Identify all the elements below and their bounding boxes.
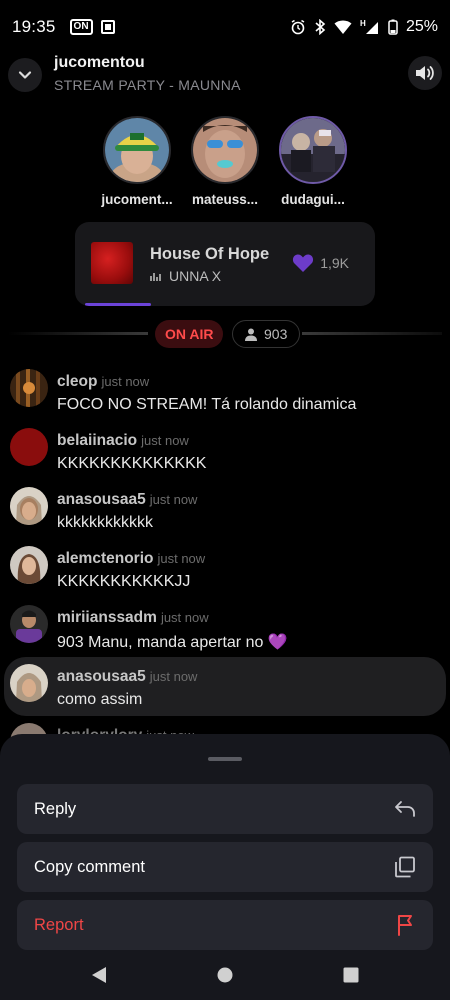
- chat-username: alemctenorio: [57, 550, 154, 567]
- on-air-badge: ON AIR: [155, 320, 224, 348]
- copy-icon: [395, 856, 415, 878]
- battery-icon: [388, 19, 398, 35]
- chat-list: cleop just now FOCO NO STREAM! Tá rolando…: [0, 362, 450, 775]
- participant[interactable]: jucoment...: [100, 116, 174, 207]
- avatar: [279, 116, 347, 184]
- now-playing-card[interactable]: House Of Hope UNNA X 1,9K: [75, 222, 375, 306]
- participants-row: jucoment... mateuss... dudagui...: [0, 116, 450, 207]
- notification-square-icon: [100, 20, 115, 34]
- svg-text:H: H: [360, 19, 366, 28]
- system-nav-bar: [0, 950, 450, 1000]
- reply-label: Reply: [34, 799, 77, 818]
- chat-text: como assim: [57, 691, 143, 708]
- chat-username: cleop: [57, 373, 98, 390]
- notification-app-icon: ON: [69, 19, 93, 35]
- chat-message[interactable]: miriianssadm just now 903 Manu, manda ape…: [0, 598, 450, 657]
- comment-actions-sheet: Reply Copy comment Report: [0, 734, 450, 1000]
- avatar: [10, 369, 48, 407]
- chat-message-selected[interactable]: anasousaa5 just now como assim: [4, 657, 446, 716]
- alarm-icon: [291, 19, 305, 35]
- chat-timestamp: just now: [160, 610, 209, 625]
- chat-username: belaiinacio: [57, 432, 138, 449]
- participant-name: jucoment...: [101, 192, 173, 207]
- chat-text: FOCO NO STREAM! Tá rolando dinamica: [57, 396, 357, 413]
- chat-message[interactable]: belaiinacio just now KKKKKKKKKKKKKK: [0, 421, 450, 480]
- participant[interactable]: dudagui...: [276, 116, 350, 207]
- status-bar: 19:35 ON H 25%: [0, 0, 450, 54]
- avatar: [10, 428, 48, 466]
- participant[interactable]: mateuss...: [188, 116, 262, 207]
- chat-timestamp: just now: [157, 551, 206, 566]
- chat-text: KKKKKKKKKKKJJ: [57, 573, 191, 590]
- chat-message[interactable]: anasousaa5 just now kkkkkkkkkkkk: [0, 480, 450, 539]
- album-art: [91, 242, 133, 284]
- track-progress-bar: [85, 303, 151, 306]
- chevron-down-icon: [18, 71, 32, 79]
- collapse-button[interactable]: [8, 58, 42, 92]
- flag-icon: [398, 915, 412, 936]
- volume-button[interactable]: [408, 56, 442, 90]
- avatar: [10, 664, 48, 702]
- heart-icon: [293, 254, 314, 272]
- wifi-icon: [334, 20, 352, 34]
- report-label: Report: [34, 915, 84, 934]
- home-icon[interactable]: [217, 967, 233, 983]
- person-icon: [245, 328, 257, 341]
- viewer-count-badge[interactable]: 903: [232, 320, 301, 348]
- divider: [302, 332, 442, 335]
- back-icon[interactable]: [91, 966, 107, 984]
- chat-username: miriianssadm: [57, 609, 157, 626]
- stream-host-name: jucomentou: [54, 54, 145, 71]
- chat-text: 903 Manu, manda apertar no 💜: [57, 634, 288, 651]
- recents-icon[interactable]: [343, 967, 359, 983]
- equalizer-icon: [150, 271, 161, 281]
- chat-timestamp: just now: [141, 433, 189, 448]
- stream-party-name: STREAM PARTY - MAUNNA: [54, 77, 241, 93]
- stream-header: jucomentou STREAM PARTY - MAUNNA: [0, 54, 450, 98]
- viewer-count: 903: [264, 326, 288, 342]
- participant-name: dudagui...: [281, 192, 345, 207]
- chat-username: anasousaa5: [57, 668, 146, 685]
- reply-icon: [395, 801, 415, 817]
- speaker-icon: [416, 66, 434, 80]
- copy-comment-button[interactable]: Copy comment: [17, 842, 433, 892]
- chat-message[interactable]: alemctenorio just now KKKKKKKKKKKJJ: [0, 539, 450, 598]
- avatar: [191, 116, 259, 184]
- chat-username: anasousaa5: [57, 491, 146, 508]
- report-button[interactable]: Report: [17, 900, 433, 950]
- participant-name: mateuss...: [191, 192, 259, 207]
- status-time: 19:35: [12, 17, 56, 36]
- chat-timestamp: just now: [149, 669, 198, 684]
- divider: [8, 332, 148, 335]
- like-count: 1,9K: [320, 255, 349, 271]
- track-artist-row: UNNA X: [150, 268, 221, 284]
- chat-text: kkkkkkkkkkkk: [57, 514, 153, 531]
- chat-timestamp: just now: [101, 374, 150, 389]
- like-button[interactable]: 1,9K: [292, 253, 349, 273]
- reply-button[interactable]: Reply: [17, 784, 433, 834]
- sheet-grabber[interactable]: [208, 757, 242, 761]
- avatar: [103, 116, 171, 184]
- chat-message[interactable]: cleop just now FOCO NO STREAM! Tá rolando…: [0, 362, 450, 421]
- avatar: [10, 605, 48, 643]
- bluetooth-icon: [315, 19, 326, 35]
- chat-text: KKKKKKKKKKKKKK: [57, 455, 207, 472]
- track-title: House Of Hope: [150, 245, 270, 263]
- track-artist: UNNA X: [169, 268, 222, 284]
- battery-percent: 25%: [405, 18, 438, 35]
- signal-icon: H: [360, 19, 378, 34]
- chat-timestamp: just now: [149, 492, 198, 507]
- avatar: [10, 487, 48, 525]
- avatar: [10, 546, 48, 584]
- copy-comment-label: Copy comment: [34, 857, 145, 876]
